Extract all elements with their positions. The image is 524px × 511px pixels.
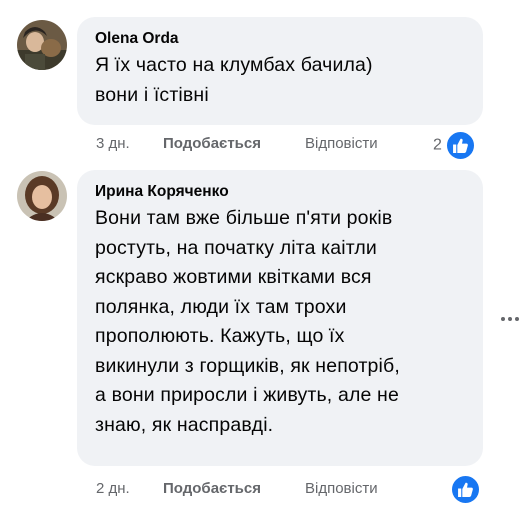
- more-options-icon[interactable]: [500, 306, 520, 326]
- comment-line: полянка, люди їх там трохи: [95, 295, 347, 318]
- comment-line: знаю, як насправді.: [95, 413, 274, 436]
- comment-line: Вони там вже більше п'яти років: [95, 207, 393, 229]
- comment-line: ростуть, на початку літа каітли: [95, 236, 377, 259]
- comment-line: викинули з горщиків, як непотріб,: [95, 354, 400, 377]
- comment-author[interactable]: Ирина Коряченко: [95, 182, 467, 202]
- thumbs-up-icon: [450, 474, 481, 505]
- comment-line: вони і їстівні: [95, 83, 209, 106]
- comment-author[interactable]: Olena Orda: [95, 29, 467, 49]
- reaction-summary[interactable]: 2: [433, 130, 477, 161]
- comment-line: Я їх часто на клумбах бачила): [95, 54, 373, 76]
- avatar-olena[interactable]: [17, 20, 67, 70]
- comment-line: а вони приросли і живуть, але не: [95, 384, 399, 406]
- avatar-iryna[interactable]: [17, 171, 67, 221]
- comment-bubble: Olena Orda Я їх часто на клумбах бачила)…: [77, 17, 483, 125]
- comment-bubble: Ирина Коряченко Вони там вже більше п'ят…: [77, 170, 483, 466]
- comment-timestamp[interactable]: 2 дн.: [96, 477, 130, 501]
- reaction-count: 2: [433, 136, 442, 154]
- like-button[interactable]: Подобається: [163, 132, 261, 156]
- reaction-summary[interactable]: [450, 474, 481, 505]
- comment-text: Я їх часто на клумбах бачила) вони і їст…: [95, 51, 467, 110]
- reply-button[interactable]: Відповісти: [305, 477, 378, 501]
- like-button[interactable]: Подобається: [163, 477, 261, 501]
- comment-timestamp[interactable]: 3 дн.: [96, 132, 130, 156]
- reply-button[interactable]: Відповісти: [305, 132, 378, 156]
- comment-line: яскраво жовтими квітками вся: [95, 266, 372, 288]
- thumbs-up-icon: [445, 130, 477, 161]
- comment-text: Вони там вже більше п'яти років ростуть,…: [95, 204, 467, 440]
- comment-line: прополюють. Кажуть, що їх: [95, 325, 345, 347]
